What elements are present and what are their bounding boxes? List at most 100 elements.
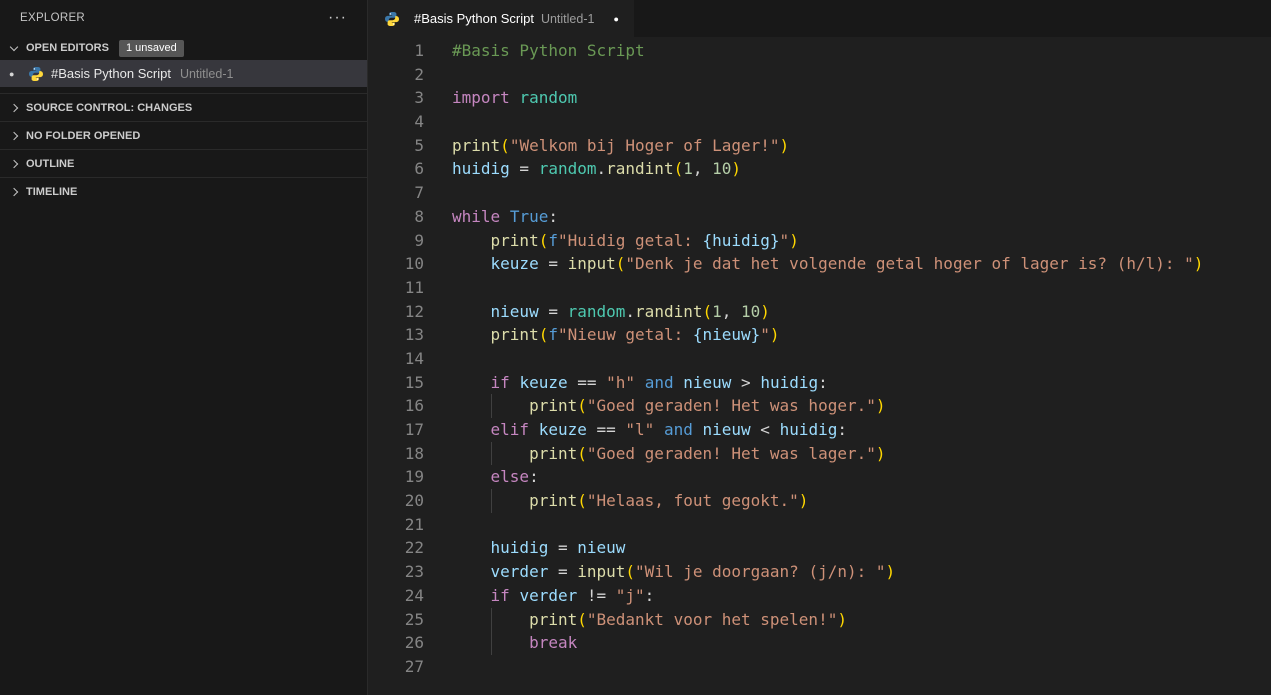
line-number[interactable]: 7 bbox=[368, 181, 424, 205]
code-token: if bbox=[491, 373, 510, 392]
line-number[interactable]: 20 bbox=[368, 489, 424, 513]
code-line[interactable]: 12 nieuw = random.randint(1, 10) bbox=[368, 300, 1271, 324]
code-token: print bbox=[529, 396, 577, 415]
code-line[interactable]: 19 else: bbox=[368, 465, 1271, 489]
more-actions-button[interactable]: ··· bbox=[328, 13, 347, 23]
code-token: ( bbox=[577, 396, 587, 415]
code-token: elif bbox=[491, 420, 530, 439]
code-line[interactable]: 3import random bbox=[368, 86, 1271, 110]
code-text: if keuze == "h" and nieuw > huidig: bbox=[424, 371, 828, 395]
code-token: "Bedankt voor het spelen!" bbox=[587, 610, 837, 629]
line-number[interactable]: 8 bbox=[368, 205, 424, 229]
code-token: "Goed geraden! Het was lager." bbox=[587, 444, 876, 463]
code-line[interactable]: 24 if verder != "j": bbox=[368, 584, 1271, 608]
line-number[interactable]: 13 bbox=[368, 323, 424, 347]
code-line[interactable]: 16 print("Goed geraden! Het was hoger.") bbox=[368, 394, 1271, 418]
code-line[interactable]: 11 bbox=[368, 276, 1271, 300]
line-number[interactable]: 25 bbox=[368, 608, 424, 632]
indent bbox=[452, 560, 491, 584]
code-token: . bbox=[597, 159, 607, 178]
line-number[interactable]: 4 bbox=[368, 110, 424, 134]
indent bbox=[452, 442, 491, 466]
code-token: 1 bbox=[683, 159, 693, 178]
section-no-folder-opened[interactable]: NO FOLDER OPENED bbox=[0, 121, 367, 149]
dirty-indicator[interactable]: ● bbox=[9, 69, 25, 79]
line-number[interactable]: 27 bbox=[368, 655, 424, 679]
code-token: print bbox=[491, 231, 539, 250]
chevron-right-icon bbox=[10, 159, 18, 167]
code-line[interactable]: 26 break bbox=[368, 631, 1271, 655]
code-token: f bbox=[548, 325, 558, 344]
indent bbox=[452, 371, 491, 395]
line-number[interactable]: 16 bbox=[368, 394, 424, 418]
line-number[interactable]: 26 bbox=[368, 631, 424, 655]
code-line[interactable]: 2 bbox=[368, 63, 1271, 87]
section-open-editors[interactable]: OPEN EDITORS 1 unsaved bbox=[0, 36, 367, 60]
code-line[interactable]: 1#Basis Python Script bbox=[368, 39, 1271, 63]
line-number[interactable]: 19 bbox=[368, 465, 424, 489]
dirty-indicator[interactable]: ● bbox=[613, 14, 620, 24]
section-timeline[interactable]: TIMELINE bbox=[0, 177, 367, 205]
line-number[interactable]: 11 bbox=[368, 276, 424, 300]
code-line[interactable]: 13 print(f"Nieuw getal: {nieuw}") bbox=[368, 323, 1271, 347]
code-line[interactable]: 15 if keuze == "h" and nieuw > huidig: bbox=[368, 371, 1271, 395]
indent bbox=[452, 536, 491, 560]
line-number[interactable]: 9 bbox=[368, 229, 424, 253]
code-text: print("Goed geraden! Het was hoger.") bbox=[424, 394, 886, 418]
code-token: "Welkom bij Hoger of Lager!" bbox=[510, 136, 780, 155]
code-line[interactable]: 10 keuze = input("Denk je dat het volgen… bbox=[368, 252, 1271, 276]
code-line[interactable]: 17 elif keuze == "l" and nieuw < huidig: bbox=[368, 418, 1271, 442]
code-line[interactable]: 6huidig = random.randint(1, 10) bbox=[368, 157, 1271, 181]
code-line[interactable]: 18 print("Goed geraden! Het was lager.") bbox=[368, 442, 1271, 466]
section-label: OUTLINE bbox=[26, 158, 74, 170]
line-number[interactable]: 14 bbox=[368, 347, 424, 371]
code-token: ) bbox=[837, 610, 847, 629]
explorer-header: EXPLORER ··· bbox=[0, 0, 367, 36]
code-line[interactable]: 20 print("Helaas, fout gegokt.") bbox=[368, 489, 1271, 513]
code-line[interactable]: 7 bbox=[368, 181, 1271, 205]
code-line[interactable]: 21 bbox=[368, 513, 1271, 537]
line-number[interactable]: 18 bbox=[368, 442, 424, 466]
line-number[interactable]: 22 bbox=[368, 536, 424, 560]
tab-basis-python-script[interactable]: #Basis Python Script Untitled-1 ● bbox=[368, 0, 634, 37]
line-number[interactable]: 2 bbox=[368, 63, 424, 87]
code-line[interactable]: 8while True: bbox=[368, 205, 1271, 229]
code-token: print bbox=[491, 325, 539, 344]
code-line[interactable]: 4 bbox=[368, 110, 1271, 134]
code-line[interactable]: 22 huidig = nieuw bbox=[368, 536, 1271, 560]
line-number[interactable]: 1 bbox=[368, 39, 424, 63]
code-line[interactable]: 25 print("Bedankt voor het spelen!") bbox=[368, 608, 1271, 632]
code-token: random bbox=[539, 159, 597, 178]
code-token: ) bbox=[799, 491, 809, 510]
code-line[interactable]: 5print("Welkom bij Hoger of Lager!") bbox=[368, 134, 1271, 158]
indent-guide bbox=[491, 442, 530, 466]
code-token: nieuw bbox=[491, 302, 539, 321]
line-number[interactable]: 15 bbox=[368, 371, 424, 395]
code-text: print("Bedankt voor het spelen!") bbox=[424, 608, 847, 632]
code-text: elif keuze == "l" and nieuw < huidig: bbox=[424, 418, 847, 442]
line-number[interactable]: 21 bbox=[368, 513, 424, 537]
section-outline[interactable]: OUTLINE bbox=[0, 149, 367, 177]
code-line[interactable]: 9 print(f"Huidig getal: {huidig}") bbox=[368, 229, 1271, 253]
code-line[interactable]: 27 bbox=[368, 655, 1271, 679]
code-line[interactable]: 23 verder = input("Wil je doorgaan? (j/n… bbox=[368, 560, 1271, 584]
section-source-control[interactable]: SOURCE CONTROL: CHANGES bbox=[0, 93, 367, 121]
line-number[interactable]: 6 bbox=[368, 157, 424, 181]
line-number[interactable]: 12 bbox=[368, 300, 424, 324]
line-number[interactable]: 10 bbox=[368, 252, 424, 276]
line-number[interactable]: 3 bbox=[368, 86, 424, 110]
code-token: "Wil je doorgaan? (j/n): " bbox=[635, 562, 885, 581]
line-number[interactable]: 23 bbox=[368, 560, 424, 584]
code-text: #Basis Python Script bbox=[424, 39, 645, 63]
section-label: SOURCE CONTROL: CHANGES bbox=[26, 102, 192, 114]
open-editor-item[interactable]: ● #Basis Python Script Untitled-1 bbox=[0, 60, 367, 87]
line-number[interactable]: 17 bbox=[368, 418, 424, 442]
line-number[interactable]: 24 bbox=[368, 584, 424, 608]
code-text: while True: bbox=[424, 205, 558, 229]
indent bbox=[452, 323, 491, 347]
python-file-icon bbox=[384, 11, 400, 27]
code-token: import bbox=[452, 88, 510, 107]
line-number[interactable]: 5 bbox=[368, 134, 424, 158]
code-line[interactable]: 14 bbox=[368, 347, 1271, 371]
code-token: f bbox=[548, 231, 558, 250]
